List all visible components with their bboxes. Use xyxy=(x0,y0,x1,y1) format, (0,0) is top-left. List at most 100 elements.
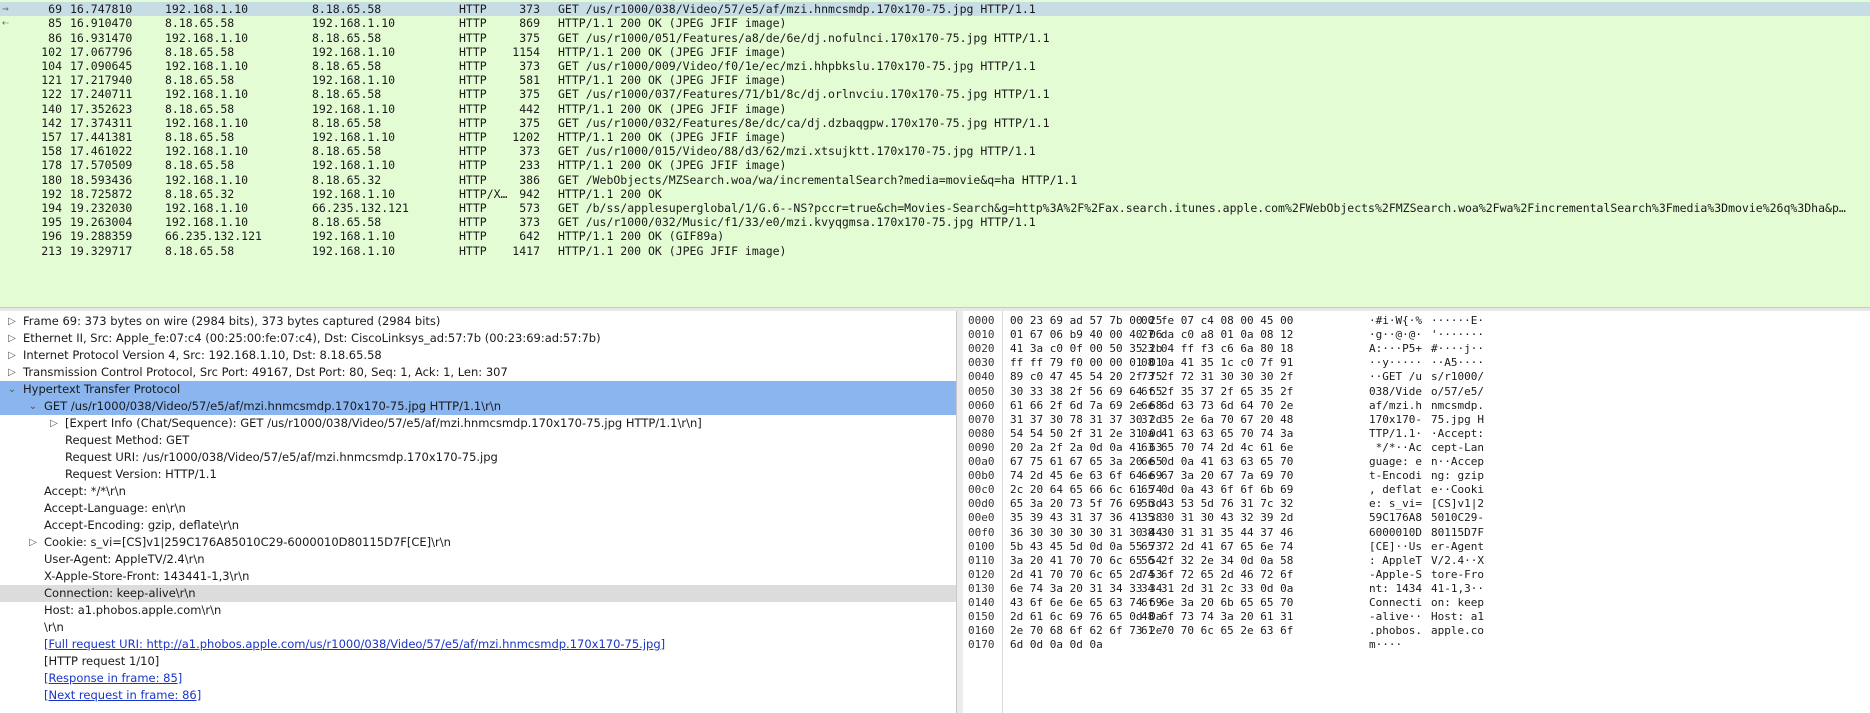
packet-info: HTTP/1.1 200 OK (JPEG JFIF image) xyxy=(558,158,787,173)
hex-a2: tore-Fro xyxy=(1431,567,1484,581)
hex-off: 0030 xyxy=(968,356,995,370)
detail-row[interactable]: ▷ Ethernet II, Src: Apple_fe:07:c4 (00:25… xyxy=(0,330,956,347)
expand-arrow-icon[interactable]: ▷ xyxy=(6,347,18,364)
packet-row[interactable]: 195 19.263004 192.168.1.10 8.18.65.58 HTTP 37… xyxy=(0,215,1870,229)
detail-row[interactable]: ▷ [Expert Info (Chat/Sequence): GET /us/r… xyxy=(0,415,956,432)
detail-row[interactable]: Host: a1.phobos.apple.com\r\n xyxy=(0,602,956,619)
detail-row[interactable]: Connection: keep-alive\r\n xyxy=(0,585,956,602)
hex-off: 00d0 xyxy=(968,497,995,511)
hex-b2: 23 04 ff f3 c6 6a 80 18 xyxy=(1141,342,1294,356)
detail-row[interactable]: Accept: */*\r\n xyxy=(0,483,956,500)
hex-b1: 54 54 50 2f 31 2e 31 0d xyxy=(1010,426,1163,440)
packet-dst: 8.18.65.58 xyxy=(312,215,382,230)
packet-row[interactable]: 180 18.593436 192.168.1.10 8.18.65.32 HTTP 38… xyxy=(0,173,1870,187)
detail-row[interactable]: ▷ Frame 69: 373 bytes on wire (2984 bits)… xyxy=(0,313,956,330)
packet-row[interactable]: 196 19.288359 66.235.132.121 192.168.1.10 HT… xyxy=(0,229,1870,243)
collapse-arrow-icon[interactable]: ⌄ xyxy=(27,398,39,415)
packet-row[interactable]: 178 17.570509 8.18.65.58 192.168.1.10 HTTP 23… xyxy=(0,158,1870,172)
detail-link[interactable]: [Response in frame: 85] xyxy=(44,670,182,687)
detail-link[interactable]: [Full request URI: http://a1.phobos.appl… xyxy=(44,636,665,653)
packet-row[interactable]: 194 19.232030 192.168.1.10 66.235.132.121 HT… xyxy=(0,201,1870,215)
hex-b1: 74 2d 45 6e 63 6f 64 69 xyxy=(1010,469,1163,483)
packet-len: 869 xyxy=(519,16,540,31)
packet-row[interactable]: 104 17.090645 192.168.1.10 8.18.65.58 HTTP 37… xyxy=(0,59,1870,73)
detail-row[interactable]: [HTTP request 1/10] xyxy=(0,653,956,670)
packet-row[interactable]: 122 17.240711 192.168.1.10 8.18.65.58 HTTP 37… xyxy=(0,87,1870,101)
packet-details-tree[interactable]: ▷ Frame 69: 373 bytes on wire (2984 bits)… xyxy=(0,311,956,713)
hex-b2: 61 70 70 6c 65 2e 63 6f xyxy=(1141,624,1294,638)
packet-row-selected[interactable]: 69 16.747810 192.168.1.10 8.18.65.58 HTTP 373… xyxy=(0,2,1870,17)
packet-len: 442 xyxy=(519,101,540,116)
packet-row[interactable]: 142 17.374311 192.168.1.10 8.18.65.58 HTTP 37… xyxy=(0,116,1870,130)
detail-row[interactable]: User-Agent: AppleTV/2.4\r\n xyxy=(0,551,956,568)
packet-time: 18.593436 xyxy=(70,172,133,187)
detail-row[interactable]: ▷ Cookie: s_vi=[CS]v1|259C176A85010C29-60… xyxy=(0,534,956,551)
packet-dst: 8.18.65.32 xyxy=(312,172,382,187)
packet-row[interactable]: 86 16.931470 192.168.1.10 8.18.65.58 HTTP 375… xyxy=(0,31,1870,45)
packet-dst: 192.168.1.10 xyxy=(312,44,396,59)
detail-row[interactable]: [Next request in frame: 86] xyxy=(0,687,956,704)
detail-text: Cookie: s_vi=[CS]v1|259C176A85010C29-600… xyxy=(44,535,451,549)
packet-info: HTTP/1.1 200 OK (JPEG JFIF image) xyxy=(558,44,787,59)
packet-bytes-pane[interactable]: 0000 00 23 69 ad 57 7b 00 25 00 fe 07 c4 0… xyxy=(963,311,1870,713)
packet-len: 642 xyxy=(519,229,540,244)
hex-off: 0080 xyxy=(968,426,995,440)
hex-off: 0100 xyxy=(968,539,995,553)
hex-a2: n··Accep xyxy=(1431,455,1484,468)
expand-arrow-icon[interactable]: ▷ xyxy=(6,364,18,381)
packet-len: 375 xyxy=(519,115,540,130)
packet-row[interactable]: 157 17.441381 8.18.65.58 192.168.1.10 HTTP 12… xyxy=(0,130,1870,144)
hex-a1: : AppleT xyxy=(1369,553,1422,567)
packet-time: 17.090645 xyxy=(70,59,133,73)
packet-info: GET /WebObjects/MZSearch.woa/wa/incremen… xyxy=(558,172,1078,187)
packet-len: 373 xyxy=(519,215,540,230)
detail-row[interactable]: Accept-Language: en\r\n xyxy=(0,500,956,517)
hex-a2: V/2.4··X xyxy=(1431,553,1484,567)
hex-off: 0140 xyxy=(968,596,995,609)
detail-row[interactable]: Request Method: GET xyxy=(0,432,956,449)
collapse-arrow-icon[interactable]: ⌄ xyxy=(6,381,18,398)
packet-len: 375 xyxy=(519,87,540,102)
packet-len: 373 xyxy=(519,59,540,73)
packet-list[interactable]: 6516.795066.235.132.121192.168.1.10HTTP6… xyxy=(0,0,1870,307)
expand-arrow-icon[interactable]: ▷ xyxy=(48,415,60,432)
hex-b1: 65 3a 20 73 5f 76 69 3d xyxy=(1010,497,1163,511)
hex-a1: TTP/1.1· xyxy=(1369,426,1422,440)
packet-row[interactable]: 158 17.461022 192.168.1.10 8.18.65.58 HTTP 37… xyxy=(0,144,1870,158)
detail-row[interactable]: ▷ Transmission Control Protocol, Src Port… xyxy=(0,364,956,381)
expand-arrow-icon[interactable]: ▷ xyxy=(6,313,18,330)
hex-a1: ·g··@·@· xyxy=(1369,328,1422,342)
hex-b2: 0a 41 63 63 65 70 74 3a xyxy=(1141,426,1294,440)
detail-link[interactable]: [Next request in frame: 86] xyxy=(44,687,201,704)
detail-row[interactable]: Request URI: /us/r1000/038/Video/57/e5/a… xyxy=(0,449,956,466)
hex-b1: 5b 43 45 5d 0d 0a 55 73 xyxy=(1010,539,1163,553)
detail-row[interactable]: \r\n xyxy=(0,619,956,636)
detail-row[interactable]: ⌄ GET /us/r1000/038/Video/57/e5/af/mzi.hn… xyxy=(0,398,956,415)
detail-row[interactable]: [Response in frame: 85] xyxy=(0,670,956,687)
packet-row[interactable]: 192 18.725872 8.18.65.32 192.168.1.10 HTTP/X… xyxy=(0,187,1870,201)
detail-row[interactable]: Accept-Encoding: gzip, deflate\r\n xyxy=(0,517,956,534)
packet-row[interactable]: 102 17.067796 8.18.65.58 192.168.1.10 HTTP 11… xyxy=(0,45,1870,59)
packet-len: 942 xyxy=(519,186,540,201)
detail-text: \r\n xyxy=(44,620,64,634)
hex-a1: ·#i·W{·% xyxy=(1369,314,1422,327)
detail-row[interactable]: [Full request URI: http://a1.phobos.appl… xyxy=(0,636,956,653)
packet-no: 192 xyxy=(41,186,62,201)
hex-a2: nmcsmdp. xyxy=(1431,398,1484,412)
packet-time: 17.441381 xyxy=(70,130,133,144)
detail-row[interactable]: ⌄ Hypertext Transfer Protocol xyxy=(0,381,956,398)
expand-arrow-icon[interactable]: ▷ xyxy=(27,534,39,551)
packet-row[interactable]: 85 16.910470 8.18.65.58 192.168.1.10 HTTP 869… xyxy=(0,16,1870,30)
detail-row[interactable]: X-Apple-Store-Front: 143441-1,3\r\n xyxy=(0,568,956,585)
packet-row[interactable]: 213 19.329717 8.18.65.58 192.168.1.10 HTTP 14… xyxy=(0,244,1870,258)
detail-row[interactable]: Request Version: HTTP/1.1 xyxy=(0,466,956,483)
expand-arrow-icon[interactable]: ▷ xyxy=(6,330,18,347)
packet-no: 140 xyxy=(41,101,62,116)
detail-row[interactable]: ▷ Internet Protocol Version 4, Src: 192.1… xyxy=(0,347,956,364)
hex-a1: -alive·· xyxy=(1369,610,1422,624)
hex-a2: ·Accept: xyxy=(1431,426,1484,440)
packet-row[interactable]: 140 17.352623 8.18.65.58 192.168.1.10 HTTP 44… xyxy=(0,102,1870,116)
packet-row[interactable]: 121 17.217940 8.18.65.58 192.168.1.10 HTTP 58… xyxy=(0,73,1870,87)
detail-text: Ethernet II, Src: Apple_fe:07:c4 (00:25:… xyxy=(23,331,601,345)
packet-src: 192.168.1.10 xyxy=(165,87,249,102)
